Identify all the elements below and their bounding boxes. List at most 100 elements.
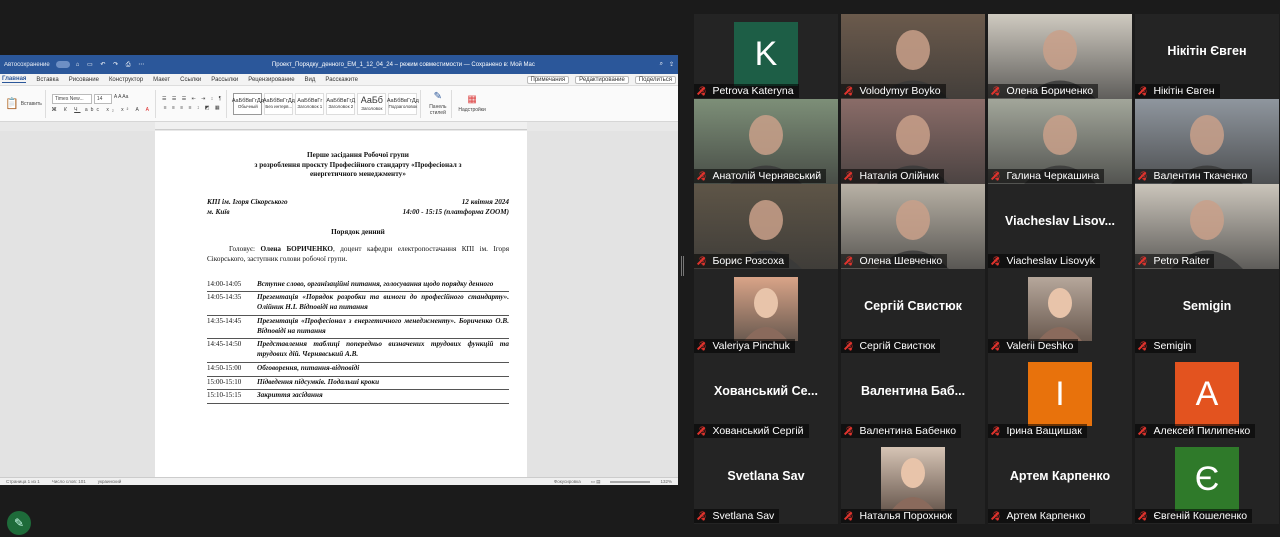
participant-avatar: Є (1175, 447, 1239, 511)
participant-tile[interactable]: Svetlana Sav 🎙 Svetlana Sav (694, 439, 838, 524)
comments-button[interactable]: Примечания (526, 75, 570, 84)
participant-name: Артем Карпенко (1006, 510, 1086, 522)
participant-tile[interactable]: 🎙 Борис Розсоха (694, 184, 838, 269)
status-language[interactable]: украинский (98, 479, 121, 484)
editing-button[interactable]: Редактирование (575, 75, 629, 84)
paste-label: Вставить (20, 100, 42, 107)
participant-tile[interactable]: I 🎙 Ірина Ващишак (988, 354, 1132, 439)
participant-tile[interactable]: 🎙 Олена Бориченко (988, 14, 1132, 99)
participant-tile[interactable]: Артем Карпенко 🎙 Артем Карпенко (988, 439, 1132, 524)
annotate-pen-button[interactable]: ✎ (7, 511, 31, 535)
document-page[interactable]: Перше засідання Робочої групи з розробле… (155, 131, 527, 477)
ribbon-toolbar: 📋 Вставить Times New... 14 A A Aa Ж К Ч … (0, 86, 678, 122)
participant-name-bar: 🎙 Валентина Бабенко (841, 424, 962, 438)
agenda-item-text: Презентація «Професіонал з енергетичного… (257, 316, 509, 335)
status-zoom[interactable]: 132% (660, 479, 672, 484)
status-page[interactable]: Страница 1 из 1 (6, 479, 40, 484)
share-button[interactable]: Поделиться (634, 75, 676, 84)
participant-name: Олена Шевченко (859, 255, 943, 267)
tell-me-search[interactable]: Расскажите (325, 77, 358, 83)
status-focus[interactable]: Фокусировка (554, 479, 581, 484)
participant-tile[interactable]: Сергій Свистюк 🎙 Сергій Свистюк (841, 269, 985, 354)
style-heading-2[interactable]: АаБбВвГгД Заголовок 2 (326, 92, 356, 115)
style-subtitle[interactable]: АаБбВвГгДд Подзаголовок (387, 92, 419, 115)
participant-display-name: Хованський Се... (714, 384, 818, 398)
muted-mic-icon: 🎙 (844, 425, 856, 436)
participant-display-name: Артем Карпенко (1009, 469, 1111, 483)
participant-tile[interactable]: 🎙 Галина Черкашина (988, 99, 1132, 184)
paste-icon[interactable]: 📋 (5, 97, 19, 110)
participant-tile[interactable]: 🎙 Олена Шевченко (841, 184, 985, 269)
tab-mailings[interactable]: Рассылки (211, 77, 238, 83)
style-no-spacing[interactable]: АаБбВвГгДд Без интерв... (263, 92, 295, 115)
tab-view[interactable]: Вид (305, 77, 316, 83)
participant-tile[interactable]: 🎙 Valeriya Pinchuk (694, 269, 838, 354)
participant-tile[interactable]: Semigin 🎙 Semigin (1135, 269, 1279, 354)
tab-review[interactable]: Рецензирование (248, 77, 294, 83)
participant-tile[interactable]: 🎙 Наталья Порохнюк (841, 439, 985, 524)
agenda-item-text: Закриття засідання (257, 391, 323, 400)
agenda-time: 14:35-14:45 (207, 316, 242, 325)
participant-display-name: Svetlana Sav (727, 469, 805, 483)
participant-tile[interactable]: Viacheslav Lisov... 🎙 Viacheslav Lisovyk (988, 184, 1132, 269)
muted-mic-icon: 🎙 (1138, 255, 1150, 266)
participant-name-bar: 🎙 Валентин Ткаченко (1135, 169, 1253, 183)
tab-insert[interactable]: Вставка (36, 77, 58, 83)
participant-tile[interactable]: 🎙 Валентин Ткаченко (1135, 99, 1279, 184)
style-normal[interactable]: АаБбВвГгДд Обычный (232, 92, 264, 115)
style-title[interactable]: АаБб Заголовок (357, 92, 387, 115)
tab-references[interactable]: Ссылки (180, 77, 201, 83)
participant-name: Ірина Ващишак (1006, 425, 1082, 437)
font-size-select[interactable]: 14 (93, 94, 112, 104)
participant-tile[interactable]: Нікітін Євген 🎙 Нікітін Євген (1135, 14, 1279, 99)
participant-name: Volodymyr Boyko (859, 85, 941, 97)
search-icon[interactable]: ⌕ (660, 61, 663, 68)
participant-tile[interactable]: 🎙 Petro Raiter (1135, 184, 1279, 269)
chair-paragraph: Головує: Олена БОРИЧЕНКО, доцент кафедри… (207, 245, 509, 264)
ruler[interactable] (155, 122, 527, 130)
autosave-toggle[interactable] (55, 61, 70, 68)
shared-screen[interactable]: Автосохранение ⌂ ▭ ↶ ↷ ⎙ ⋯ Проект_Порядк… (0, 55, 678, 485)
muted-mic-icon: 🎙 (991, 85, 1003, 96)
word-title-bar: Автосохранение ⌂ ▭ ↶ ↷ ⎙ ⋯ Проект_Порядк… (0, 55, 678, 74)
view-icons[interactable]: ▭ ▤ (591, 479, 601, 485)
muted-mic-icon: 🎙 (697, 255, 709, 266)
participant-tile[interactable]: Є 🎙 Євгеній Кошеленко (1135, 439, 1279, 524)
participant-tile[interactable]: Валентина Баб... 🎙 Валентина Бабенко (841, 354, 985, 439)
format-icons[interactable]: Ж К Ч abc x₂ x² A A (52, 107, 152, 113)
tab-home[interactable]: Главная (2, 76, 27, 83)
style-heading-1[interactable]: АаБбВвГг Заголовок 1 (295, 92, 325, 115)
share-icon[interactable]: ⇪ (669, 61, 674, 68)
font-name-select[interactable]: Times New... (51, 94, 92, 104)
addins-button[interactable]: ▦ Надстройки (455, 90, 488, 118)
tab-layout[interactable]: Макет (153, 77, 170, 83)
agenda-row: 14:45-14:50 Представлення таблиці поперед… (207, 339, 509, 363)
participant-tile[interactable]: 🎙 Valerii Deshko (988, 269, 1132, 354)
paragraph-group[interactable]: ☰ ☰ ☰ ⇤ ⇥ ↕ ¶ ≡ ≡ ≡ ≡ ↕ ◩ ▦ (159, 89, 228, 118)
quick-access-icons[interactable]: ⌂ ▭ ↶ ↷ ⎙ ⋯ (76, 61, 147, 69)
participant-tile[interactable]: A 🎙 Алексей Пилипенко (1135, 354, 1279, 439)
agenda-row: 15:00-15:10 Підведення підсумків. Подальш… (207, 376, 509, 390)
participant-tile[interactable]: 🎙 Volodymyr Boyko (841, 14, 985, 99)
participant-tile[interactable]: 🎙 Анатолій Чернявський (694, 99, 838, 184)
muted-mic-icon: 🎙 (697, 85, 709, 96)
participant-name: Анатолій Чернявський (712, 170, 822, 182)
participant-display-name: Сергій Свистюк (864, 299, 962, 313)
participant-name-bar: 🎙 Valeriya Pinchuk (694, 339, 795, 353)
tab-design[interactable]: Конструктор (109, 77, 143, 83)
tab-draw[interactable]: Рисование (69, 77, 99, 83)
font-size-icons[interactable]: A A Aa (114, 94, 128, 104)
status-words[interactable]: Число слов: 101 (52, 479, 86, 484)
participant-tile[interactable]: Хованський Се... 🎙 Хованський Сергій (694, 354, 838, 439)
chair-label: Головує: (229, 245, 256, 254)
participant-photo (881, 447, 945, 511)
participant-name-bar: 🎙 Сергій Свистюк (841, 339, 941, 353)
styles-pane-button[interactable]: ✎ Панель стилей (424, 89, 453, 118)
participant-tile[interactable]: 🎙 Наталія Олійник (841, 99, 985, 184)
participant-name-bar: 🎙 Олена Шевченко (841, 254, 948, 268)
zoom-slider[interactable] (610, 480, 651, 483)
agenda-time: 14:50-15:00 (207, 363, 242, 372)
participant-tile[interactable]: K 🎙 Petrova Kateryna (694, 14, 838, 99)
split-view-handle[interactable] (681, 256, 684, 276)
agenda-row: 14:05-14:35 Презентація «Порядок розробки… (207, 292, 509, 316)
